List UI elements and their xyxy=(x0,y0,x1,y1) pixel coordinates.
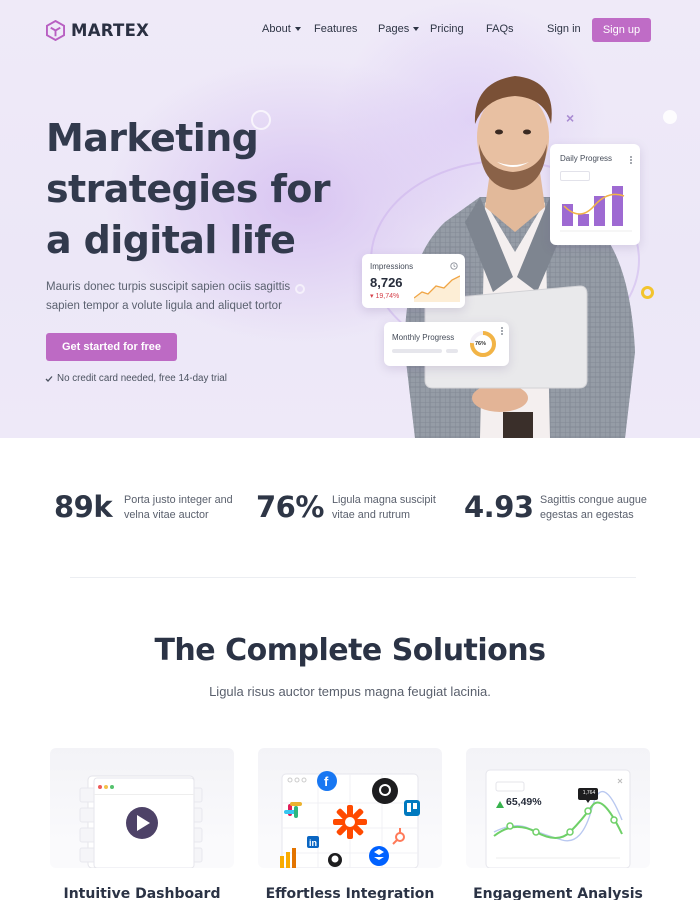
feature-title-dashboard: Intuitive Dashboard xyxy=(63,886,221,900)
nav-faqs[interactable]: FAQs xyxy=(486,23,514,35)
engagement-tooltip: 1,764 xyxy=(582,790,596,796)
daily-progress-card: Daily Progress xyxy=(550,144,640,245)
svg-text:in: in xyxy=(309,838,317,848)
zapier-icon xyxy=(333,805,367,839)
nav-features[interactable]: Features xyxy=(314,23,357,35)
decor-dot xyxy=(663,110,677,124)
trial-note: No credit card needed, free 14-day trial xyxy=(45,373,227,384)
facebook-icon: f xyxy=(317,771,337,791)
progress-bar-placeholder xyxy=(446,349,458,353)
stat-value: 76% xyxy=(256,490,324,524)
stat-description: Porta justo integer and velna vitae auct… xyxy=(124,494,233,521)
monthly-progress-title: Monthly Progress xyxy=(392,333,455,342)
dashboard-illustration xyxy=(79,775,203,868)
impressions-title: Impressions xyxy=(370,262,414,271)
svg-text:f: f xyxy=(324,774,329,789)
hero-section: × MARTEX About Features Pages Pricing FA… xyxy=(0,0,700,438)
signup-button[interactable]: Sign up xyxy=(592,18,651,42)
stat-value: 89k xyxy=(54,490,113,524)
get-started-button[interactable]: Get started for free xyxy=(46,333,177,361)
hero-title-line: a digital life xyxy=(46,218,296,262)
nav-faqs-label: FAQs xyxy=(486,23,514,35)
signin-link[interactable]: Sign in xyxy=(547,23,581,35)
impressions-value: 8,726 xyxy=(370,275,403,290)
impressions-change: ▾ 19,74% xyxy=(370,293,400,300)
check-icon xyxy=(45,375,53,382)
impressions-card: Impressions 8,726 ▾ 19,74% xyxy=(362,254,465,308)
clock-icon xyxy=(450,262,458,270)
trial-note-text: No credit card needed, free 14-day trial xyxy=(57,373,227,384)
mailchimp-icon xyxy=(328,853,342,867)
feature-title-integration: Effortless Integration xyxy=(265,886,435,900)
nav-about[interactable]: About xyxy=(262,23,301,35)
brand-logo[interactable]: MARTEX xyxy=(46,20,149,41)
more-menu-icon[interactable] xyxy=(501,330,503,332)
hero-title-line: strategies for xyxy=(46,167,331,211)
dropbox-icon xyxy=(369,846,389,866)
daily-bar-chart xyxy=(560,186,632,232)
nav-features-label: Features xyxy=(314,23,358,35)
github-icon xyxy=(372,778,398,804)
nav-pricing-label: Pricing xyxy=(430,23,464,35)
logo-cube-icon xyxy=(46,20,65,41)
integration-illustration: f in xyxy=(280,771,420,868)
progress-bar-placeholder xyxy=(392,349,442,353)
more-menu-icon[interactable] xyxy=(630,159,632,161)
engagement-illustration xyxy=(485,769,631,868)
chevron-down-icon xyxy=(294,27,301,31)
businessman-illustration xyxy=(404,76,635,438)
monthly-progress-card: Monthly Progress 76% xyxy=(384,322,509,366)
monthly-percent: 76% xyxy=(475,341,487,347)
solutions-subtitle: Ligula risus auctor tempus magna feugiat… xyxy=(209,684,491,699)
impressions-change-value: 19,74% xyxy=(375,293,400,300)
feature-title-engagement: Engagement Analysis xyxy=(473,886,643,900)
feature-card-dashboard[interactable] xyxy=(50,748,234,868)
feature-card-integration[interactable]: f in xyxy=(258,748,442,868)
stat-value: 4.93 xyxy=(464,490,534,524)
daily-progress-title: Daily Progress xyxy=(560,154,613,163)
nav-pages[interactable]: Pages xyxy=(378,23,420,35)
hero-title-line: Marketing xyxy=(46,116,259,160)
brand-name: MARTEX xyxy=(71,21,150,40)
hero-title: Marketing strategies for a digital life xyxy=(46,113,346,266)
nav-pages-label: Pages xyxy=(378,23,410,35)
nav-pricing[interactable]: Pricing xyxy=(430,23,464,35)
feature-card-engagement[interactable]: 65,49% 1,764 xyxy=(466,748,650,868)
impressions-sparkline xyxy=(414,275,460,302)
engagement-metric: 65,49% xyxy=(506,796,542,808)
stat-description: Sagittis congue augue egestas an egestas xyxy=(540,494,647,521)
linkedin-icon: in xyxy=(307,836,319,848)
section-divider xyxy=(70,577,636,578)
trello-icon xyxy=(404,800,420,816)
hero-description: Mauris donec turpis suscipit sapien ocii… xyxy=(46,281,291,312)
stat-description: Ligula magna suscipit vitae and rutrum xyxy=(332,494,436,521)
solutions-title: The Complete Solutions xyxy=(154,633,546,668)
nav-about-label: About xyxy=(262,23,291,35)
chevron-down-icon xyxy=(413,27,420,31)
